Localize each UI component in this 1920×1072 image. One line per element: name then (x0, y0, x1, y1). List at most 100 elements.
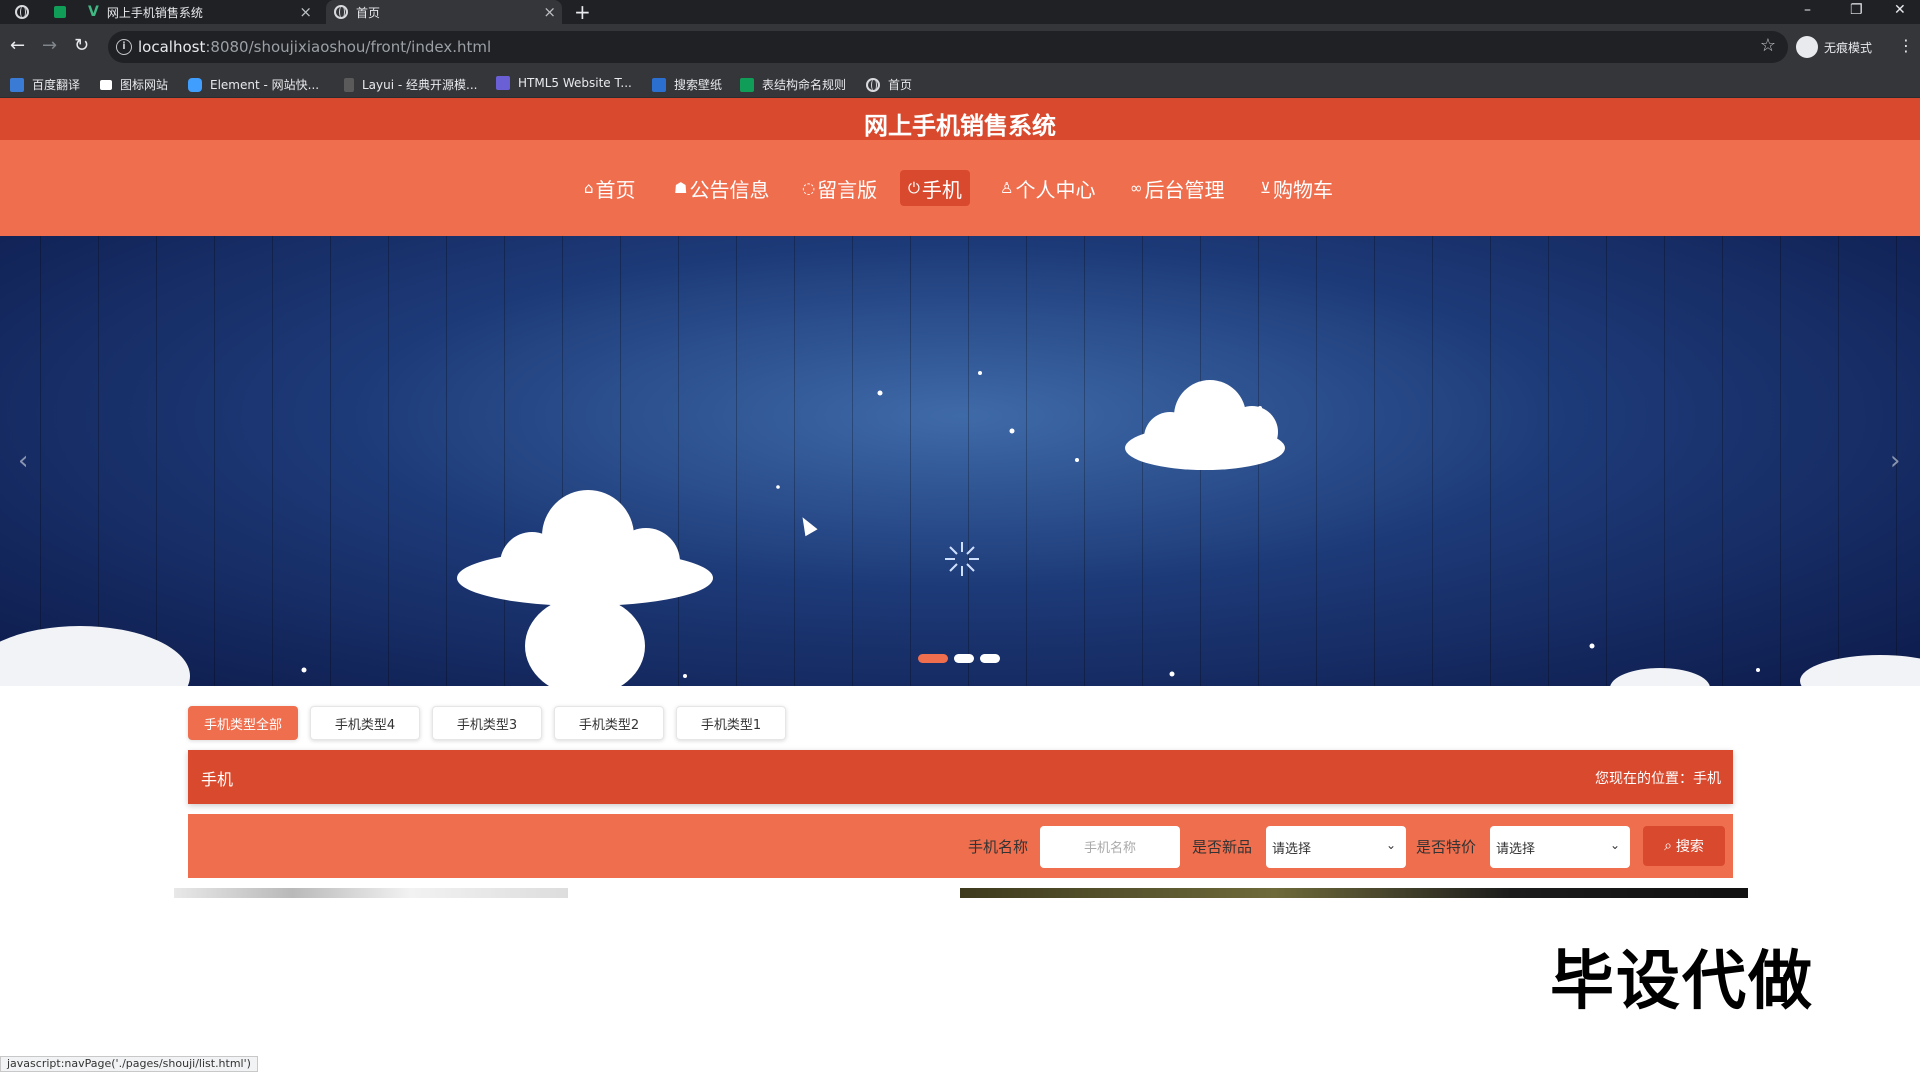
link-icon: ∞ (1130, 179, 1143, 197)
minimize-button[interactable]: – (1804, 0, 1811, 20)
nav-label: 个人中心 (1015, 177, 1096, 202)
product-image-left[interactable] (174, 888, 568, 898)
reload-button[interactable]: ↻ (74, 34, 89, 58)
sheets-favicon-icon[interactable] (54, 6, 66, 18)
is-special-label: 是否特价 (1416, 838, 1477, 856)
main-nav: ⌂ 首页 ☗ 公告信息 ◌ 留言版 ⏻ 手机 ♙ 个人中心 ∞ 后台管理 ⊻ 购物车 (0, 140, 1920, 236)
cloud-left (457, 490, 713, 686)
site-info-icon[interactable]: i (116, 39, 132, 55)
sheet-icon (740, 77, 754, 92)
nav-label: 留言版 (817, 177, 878, 202)
section-title: 手机 (201, 770, 234, 789)
carousel-next-icon[interactable]: › (1890, 446, 1900, 476)
nav-label: 手机 (921, 177, 962, 202)
carousel-indicators (918, 654, 1000, 663)
bookmark-item[interactable]: 百度翻译 (10, 76, 80, 93)
bookmark-item[interactable]: 首页 (866, 76, 912, 93)
bookmark-label: 图标网站 (120, 78, 169, 92)
graduation-cap-icon: ☗ (674, 179, 688, 197)
carousel-prev-icon[interactable]: ‹ (18, 446, 28, 476)
phone-name-input[interactable] (1040, 826, 1180, 868)
close-window-button[interactable]: ✕ (1894, 0, 1906, 20)
tab-home[interactable]: 首页 × (326, 0, 562, 24)
nav-label: 首页 (595, 177, 636, 202)
bookmark-label: Element - 网站快... (210, 78, 320, 92)
bookmark-item[interactable]: Element - 网站快... (188, 76, 319, 93)
search-button-label: 搜索 (1675, 839, 1704, 855)
browser-tab-strip: V 网上手机销售系统 × 首页 × + – ❐ ✕ (0, 0, 1920, 24)
bookmark-item[interactable]: HTML5 Website T... (496, 76, 632, 90)
carousel-dot[interactable] (980, 654, 1000, 663)
chevron-down-icon: ⌄ (1385, 838, 1396, 852)
category-tab[interactable]: 手机类型4 (310, 706, 420, 740)
status-bar-url: javascript:navPage('./pages/shouji/list.… (0, 1056, 258, 1072)
nav-label: 公告信息 (689, 177, 770, 202)
bookmark-label: 首页 (888, 78, 913, 92)
select-value: 请选择 (1272, 841, 1312, 857)
bookmark-item[interactable]: 搜索壁纸 (652, 76, 722, 93)
nav-item-admin[interactable]: ∞ 后台管理 (1122, 170, 1233, 206)
carousel-dot[interactable] (918, 654, 948, 663)
browser-toolbar: ← → ↻ i localhost:8080/shoujixiaoshou/fr… (0, 24, 1920, 70)
category-tab[interactable]: 手机类型1 (676, 706, 786, 740)
user-icon: ♙ (1000, 179, 1014, 197)
incognito-label: 无痕模式 (1824, 40, 1873, 55)
nav-item-phones[interactable]: ⏻ 手机 (900, 170, 970, 206)
vue-logo-icon: V (88, 4, 99, 20)
is-new-label: 是否新品 (1192, 838, 1253, 856)
tab-site-title[interactable]: V 网上手机销售系统 × (88, 0, 318, 24)
globe-icon (334, 5, 348, 19)
bookmark-item[interactable]: 图标网站 (100, 76, 168, 93)
bookmark-label: 搜索壁纸 (674, 78, 723, 92)
back-button[interactable]: ← (10, 34, 25, 58)
close-tab-icon[interactable]: × (543, 3, 556, 21)
is-special-select[interactable]: 请选择 ⌄ (1490, 826, 1630, 868)
category-tab-all[interactable]: 手机类型全部 (188, 706, 298, 740)
restore-button[interactable]: ❐ (1850, 0, 1863, 20)
stars (301, 371, 1760, 678)
menu-kebab-icon[interactable]: ⋮ (1898, 36, 1914, 55)
bookmark-star-icon[interactable]: ☆ (1760, 35, 1776, 56)
nav-item-notices[interactable]: ☗ 公告信息 (666, 170, 777, 206)
incognito-indicator[interactable]: 无痕模式 (1796, 36, 1872, 58)
element-logo-icon (188, 77, 202, 92)
select-value: 请选择 (1496, 841, 1536, 857)
bookmark-item[interactable]: 表结构命名规则 (740, 76, 846, 93)
search-icon: ⌕ (1664, 838, 1672, 854)
site-title: 网上手机销售系统 (864, 112, 1056, 140)
nav-item-home[interactable]: ⌂ 首页 (576, 170, 644, 206)
banner-art (0, 371, 1920, 686)
nav-item-cart[interactable]: ⊻ 购物车 (1252, 170, 1341, 206)
is-new-select[interactable]: 请选择 ⌄ (1266, 826, 1406, 868)
cloud-right (1125, 380, 1285, 470)
url-path: :8080/shoujixiaoshou/front/index.html (205, 38, 492, 56)
nav-label: 后台管理 (1144, 177, 1225, 202)
product-image-right[interactable] (960, 888, 1748, 898)
phone-name-label: 手机名称 (968, 838, 1029, 856)
new-tab-button[interactable]: + (574, 0, 591, 24)
close-tab-icon[interactable]: × (299, 3, 312, 21)
carousel-dot[interactable] (954, 654, 974, 663)
translate-icon (10, 77, 24, 92)
site-header: 网上手机销售系统 (0, 98, 1920, 140)
home-icon: ⌂ (584, 179, 594, 197)
flag-icon (100, 79, 112, 90)
globe-icon (866, 77, 880, 92)
url-host: localhost (138, 38, 206, 56)
category-tab[interactable]: 手机类型2 (554, 706, 664, 740)
bookmarks-bar: 百度翻译 图标网站 Element - 网站快... Layui - 经典开源模… (0, 70, 1920, 98)
address-bar[interactable]: i localhost:8080/shoujixiaoshou/front/in… (108, 31, 1788, 63)
search-button[interactable]: ⌕ 搜索 (1643, 826, 1725, 866)
bookmark-item[interactable]: Layui - 经典开源模... (344, 76, 477, 93)
forward-button[interactable]: → (42, 34, 57, 58)
search-form: 手机名称 是否新品 请选择 ⌄ 是否特价 请选择 ⌄ ⌕ 搜索 (188, 814, 1733, 878)
banner-carousel[interactable]: ‹ › (0, 236, 1920, 686)
nav-item-profile[interactable]: ♙ 个人中心 (992, 170, 1103, 206)
nav-item-guestbook[interactable]: ◌ 留言版 (794, 170, 885, 206)
layui-logo-icon (344, 77, 354, 92)
url-text[interactable]: localhost:8080/shoujixiaoshou/front/inde… (138, 38, 491, 56)
bookmark-label: HTML5 Website T... (518, 76, 632, 90)
loading-spinner (945, 542, 979, 576)
category-tab[interactable]: 手机类型3 (432, 706, 542, 740)
html5-template-icon (496, 76, 510, 90)
